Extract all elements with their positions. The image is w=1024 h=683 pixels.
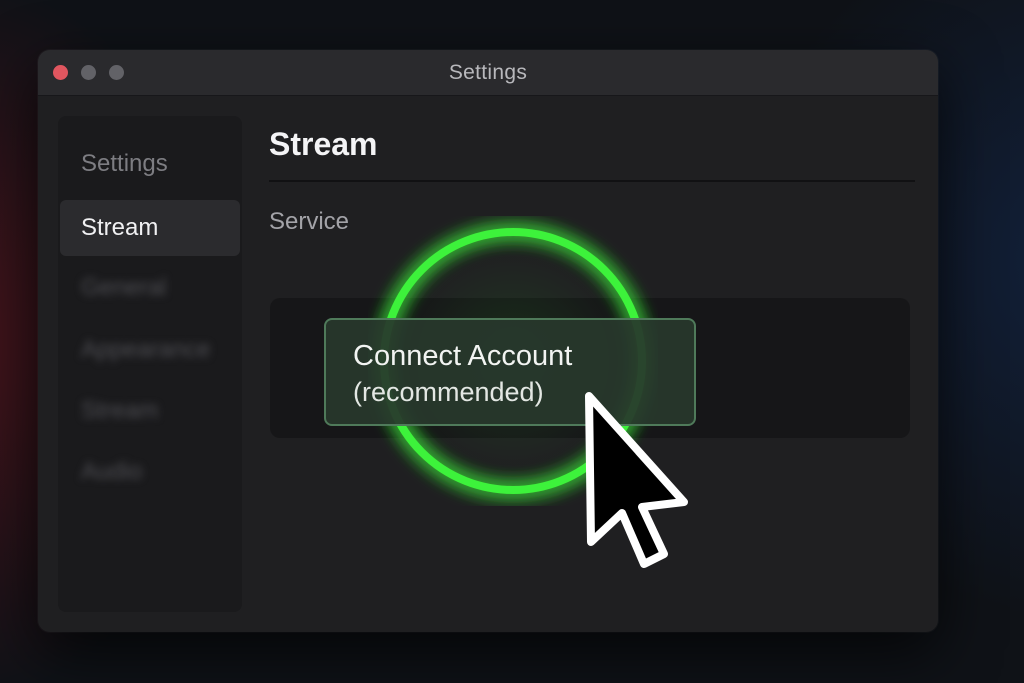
window-title: Settings [448,61,528,84]
sidebar-item-stream[interactable]: Stream [60,200,240,256]
mouse-cursor-icon [585,392,688,568]
page-title: Stream [269,126,378,162]
service-section-label: Service [269,208,350,235]
divider [269,180,915,182]
sidebar: Settings Stream General Appearance Strea… [58,116,242,612]
sidebar-heading: Settings [81,150,168,177]
sidebar-item-blurred-2[interactable]: Appearance [60,322,240,378]
sidebar-item-blurred-1[interactable]: General [60,260,240,316]
sidebar-item-blurred-3[interactable]: Stream [60,383,240,439]
connect-account-label: Connect Account [353,340,573,372]
settings-window: Settings Settings Stream General Appeara… [38,50,938,632]
title-bar: Settings [38,50,938,96]
sidebar-item-blurred-4[interactable]: Audio [60,444,240,500]
